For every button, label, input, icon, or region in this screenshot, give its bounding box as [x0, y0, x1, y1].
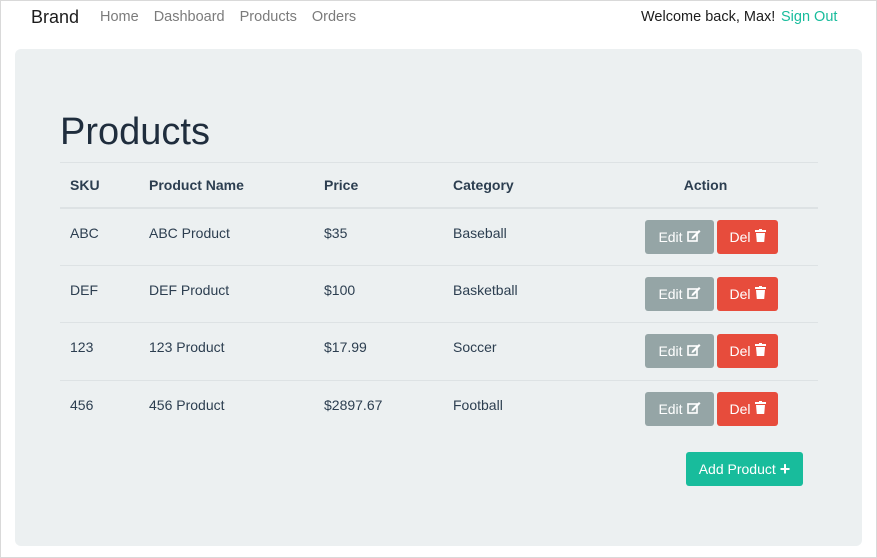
cell-category: Football: [443, 379, 593, 438]
edit-button[interactable]: Edit: [645, 334, 714, 369]
row-actions: Edit Del: [593, 276, 818, 311]
cell-category: Basketball: [443, 264, 593, 323]
table-row: 456 456 Product $2897.67 Football Edit D…: [60, 379, 818, 438]
delete-button[interactable]: Del: [717, 276, 778, 311]
trash-icon: [754, 401, 766, 417]
delete-label: Del: [729, 343, 751, 360]
trash-icon: [754, 285, 766, 302]
row-actions: Edit Del: [593, 334, 818, 369]
edit-label: Edit: [658, 343, 683, 360]
welcome-text: Welcome back, Max!: [641, 9, 776, 25]
nav-link-home[interactable]: Home: [100, 9, 139, 25]
cell-sku: ABC: [60, 207, 139, 265]
plus-icon: +: [779, 459, 791, 479]
edit-button[interactable]: Edit: [645, 276, 714, 311]
header-action: Action: [593, 162, 818, 209]
nav-link-dashboard[interactable]: Dashboard: [154, 9, 225, 25]
sign-out-link[interactable]: Sign Out: [781, 9, 837, 25]
cell-product-name: 123 Product: [139, 322, 314, 380]
nav-link-products[interactable]: Products: [240, 9, 297, 25]
cell-sku: 456: [60, 379, 139, 438]
pencil-square-icon: [686, 343, 701, 359]
cell-product-name: 456 Product: [139, 379, 314, 438]
edit-label: Edit: [658, 285, 683, 302]
table-row: 123 123 Product $17.99 Soccer Edit Del: [60, 322, 818, 380]
header-product-name: Product Name: [139, 162, 314, 209]
table-header-row: SKU Product Name Price Category Action: [60, 162, 818, 209]
trash-icon: [754, 228, 766, 245]
cell-price: $2897.67: [314, 379, 443, 438]
cell-sku: DEF: [60, 264, 139, 323]
delete-button[interactable]: Del: [717, 219, 778, 254]
row-actions: Edit Del: [593, 392, 818, 426]
cell-price: $100: [314, 264, 443, 323]
cell-product-name: ABC Product: [139, 207, 314, 265]
cell-sku: 123: [60, 322, 139, 380]
pencil-square-icon: [686, 229, 701, 245]
edit-button[interactable]: Edit: [645, 392, 714, 426]
navbar: Brand Home Dashboard Products Orders Wel…: [0, 0, 877, 36]
cell-category: Soccer: [443, 322, 593, 380]
brand-link[interactable]: Brand: [31, 7, 79, 28]
pencil-square-icon: [686, 401, 701, 417]
cell-product-name: DEF Product: [139, 264, 314, 323]
header-category: Category: [443, 162, 593, 209]
cell-category: Baseball: [443, 207, 593, 265]
add-product-button[interactable]: Add Product +: [686, 452, 803, 486]
table-row: ABC ABC Product $35 Baseball Edit Del: [60, 207, 818, 265]
edit-button[interactable]: Edit: [645, 219, 714, 254]
cell-action: Edit Del: [593, 207, 818, 265]
pencil-square-icon: [686, 286, 701, 302]
nav-link-orders[interactable]: Orders: [312, 9, 356, 25]
cell-action: Edit Del: [593, 322, 818, 380]
delete-label: Del: [729, 285, 751, 302]
products-table: SKU Product Name Price Category Action A…: [60, 162, 818, 438]
delete-label: Del: [729, 401, 751, 417]
trash-icon: [754, 343, 766, 359]
edit-label: Edit: [658, 228, 683, 245]
page-title: Products: [60, 111, 210, 153]
edit-label: Edit: [658, 401, 683, 417]
add-product-label: Add Product: [698, 461, 776, 477]
table-row: DEF DEF Product $100 Basketball Edit Del: [60, 264, 818, 323]
row-actions: Edit Del: [593, 219, 818, 254]
delete-label: Del: [729, 228, 751, 245]
cell-price: $35: [314, 207, 443, 265]
cell-action: Edit Del: [593, 264, 818, 323]
cell-price: $17.99: [314, 322, 443, 380]
delete-button[interactable]: Del: [717, 392, 778, 426]
cell-action: Edit Del: [593, 379, 818, 438]
delete-button[interactable]: Del: [717, 334, 778, 369]
header-price: Price: [314, 162, 443, 209]
header-sku: SKU: [60, 162, 139, 209]
nav-links: Home Dashboard Products Orders: [100, 9, 371, 25]
